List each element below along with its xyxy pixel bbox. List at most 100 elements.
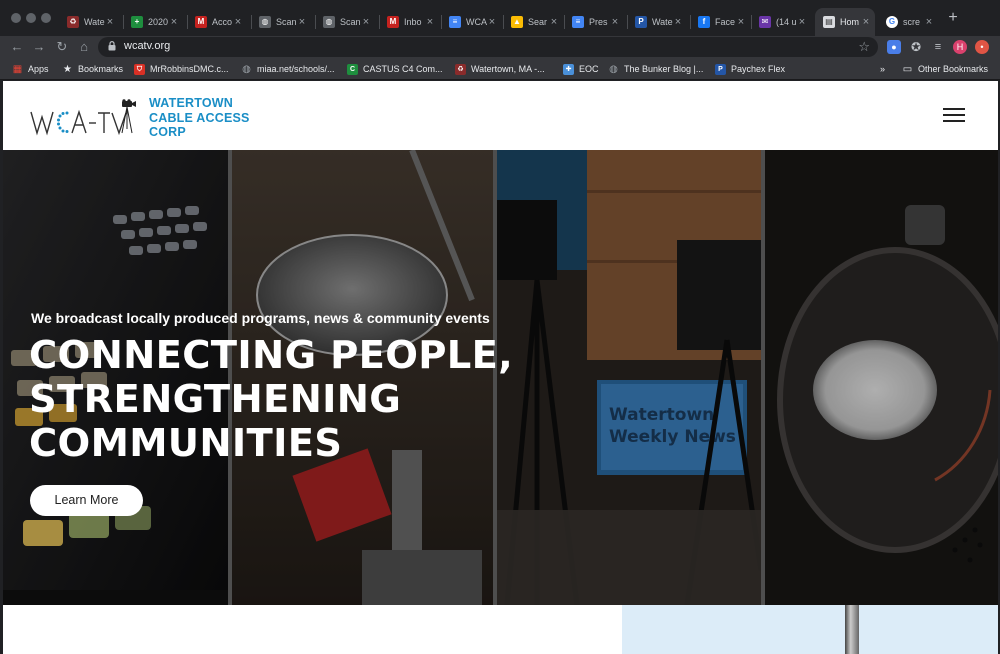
bookmark-item[interactable]: C CASTUS C4 Com... [347,62,443,76]
tab-close-icon[interactable]: × [861,16,871,28]
tab-title: Scan [276,17,297,27]
bookmark-item[interactable]: P Paychex Flex [715,62,785,76]
tab-close-icon[interactable]: × [610,16,620,28]
globe-icon: ◍ [323,16,335,28]
headline-line: COMMUNITIES [29,421,343,466]
tab-title: Scan [340,17,361,27]
bookmark-label: Paychex Flex [731,64,786,74]
browser-tab[interactable]: ◍ Scan × [251,8,311,36]
shield-icon: ⛉ [134,63,145,75]
bookmark-label: EOC [579,64,599,74]
bookmarks-bar: ▦ Apps ★ Bookmarks ⛉ MrRobbinsDMC.c... ◍ miaa.n… [0,58,1000,80]
browser-tab[interactable]: ≡ WCA × [441,8,501,36]
folder-icon: ▭ [902,63,913,75]
bookmark-label: The Bunker Blog |... [624,64,704,74]
browser-tab[interactable]: ♻ Wate × [59,8,119,36]
bookmark-item[interactable]: ▭ Other Bookmarks [902,62,988,76]
back-arrow-icon[interactable]: ← [9,39,25,55]
bookmark-item[interactable]: ★ Bookmarks [62,62,123,76]
new-tab-button[interactable]: + [946,10,960,26]
organization-name: WATERTOWN CABLE ACCESS CORP [149,96,250,140]
browser-tab[interactable]: M Acco × [187,8,247,36]
recycle-tab-icon: ♻ [67,16,79,28]
hamburger-menu-icon[interactable] [943,108,965,122]
tab-title: Sear [528,17,548,27]
forward-arrow-icon[interactable]: → [31,39,47,55]
tab-title: Wate [652,17,673,27]
browser-tab[interactable]: ◍ Scan × [315,8,375,36]
tab-close-icon[interactable]: × [549,16,559,28]
browser-tab[interactable]: Gscre × [878,8,938,36]
address-bar[interactable]: wcatv.org ☆ [98,37,878,57]
bookmark-item[interactable]: ♻ Watertown, MA -... [455,62,545,76]
bookmark-item[interactable]: ⛉ MrRobbinsDMC.c... [134,62,229,76]
tab-close-icon[interactable]: × [797,16,807,28]
learn-more-button[interactable]: Learn More [30,485,143,516]
tab-close-icon[interactable]: × [361,16,371,28]
browser-tab[interactable]: ▲ Sear × [503,8,563,36]
window-zoom-control[interactable] [41,13,51,23]
star-icon: ★ [63,63,72,75]
browser-tab[interactable]: f Face × [690,8,750,36]
browser-tab[interactable]: M Inbo × [379,8,439,36]
tab-title: Hom [840,17,860,27]
docs-icon: ≡ [449,16,461,28]
lastpass-extension-icon[interactable]: • [975,40,989,54]
reading-list-icon[interactable]: ≡ [931,40,945,54]
tab-close-icon[interactable]: × [673,16,683,28]
browser-tab[interactable]: ✉ (14 u × [751,8,811,36]
blue-feature-panel [622,605,998,654]
tab-close-icon[interactable]: × [924,16,934,28]
apps-grid-icon: ▦ [12,63,23,75]
recycle-icon: ♻ [455,63,466,75]
next-section-preview [3,605,998,654]
bookmark-label: MrRobbinsDMC.c... [150,64,229,74]
more-bookmarks-button[interactable]: » [880,62,885,76]
tab-active[interactable]: ▤ Hom × [815,8,875,36]
browser-tab[interactable]: ≡ Pres × [564,8,624,36]
bookmark-star-icon[interactable]: ☆ [858,39,870,55]
window-close-control[interactable] [11,13,21,23]
org-line: CABLE ACCESS [149,110,250,125]
extensions-puzzle-icon[interactable]: ✪ [909,40,923,54]
tab-title: scre [903,17,921,27]
tab-close-icon[interactable]: × [233,16,243,28]
window-minimize-control[interactable] [26,13,36,23]
zoom-extension-icon[interactable]: ● [887,40,901,54]
drive-icon: ▲ [511,16,523,28]
bookmark-label: Bookmarks [78,64,124,74]
bookmark-item[interactable]: ✚ EOC [563,62,599,76]
tab-title: Acco [212,17,233,27]
home-icon[interactable]: ⌂ [76,39,92,55]
castus-icon: C [347,63,358,75]
tab-close-icon[interactable]: × [297,16,307,28]
browser-tab-strip: ♻ Wate × +2020 × M Acco × ◍ Scan × ◍ Scan × M Inbo × ≡ WCA… [0,0,1000,36]
bookmark-item[interactable]: ▦ Apps [12,62,49,76]
org-line: CORP [149,125,186,139]
browser-tab[interactable]: +2020 × [123,8,183,36]
bookmark-label: Apps [28,64,49,74]
bookmark-label: » [880,64,886,74]
globe-icon: ◍ [609,63,618,75]
bookmark-label: Watertown, MA -... [471,64,545,74]
tab-close-icon[interactable]: × [425,16,435,28]
bookmark-item[interactable]: ◍ miaa.net/schools/... [241,62,335,76]
eoc-icon: ✚ [563,63,574,75]
web-page: WATERTOWN CABLE ACCESS CORP Watertown We… [3,81,998,654]
facebook-icon: f [698,16,710,28]
bookmark-label: CASTUS C4 Com... [363,64,443,74]
tab-close-icon[interactable]: × [487,16,497,28]
url-text: wcatv.org [124,40,171,52]
headline-line: STRENGTHENING [29,377,402,422]
globe-icon: ◍ [259,16,271,28]
tab-close-icon[interactable]: × [169,16,179,28]
tab-close-icon[interactable]: × [105,16,115,28]
bookmark-label: miaa.net/schools/... [257,64,335,74]
tab-close-icon[interactable]: × [736,16,746,28]
profile-avatar[interactable]: H [953,40,967,54]
bookmark-item[interactable]: ◍ The Bunker Blog |... [608,62,703,76]
reload-icon[interactable]: ↻ [54,39,70,55]
gmail-icon: M [195,16,207,28]
wca-tv-logo[interactable] [29,99,141,139]
browser-tab[interactable]: P Wate × [627,8,687,36]
